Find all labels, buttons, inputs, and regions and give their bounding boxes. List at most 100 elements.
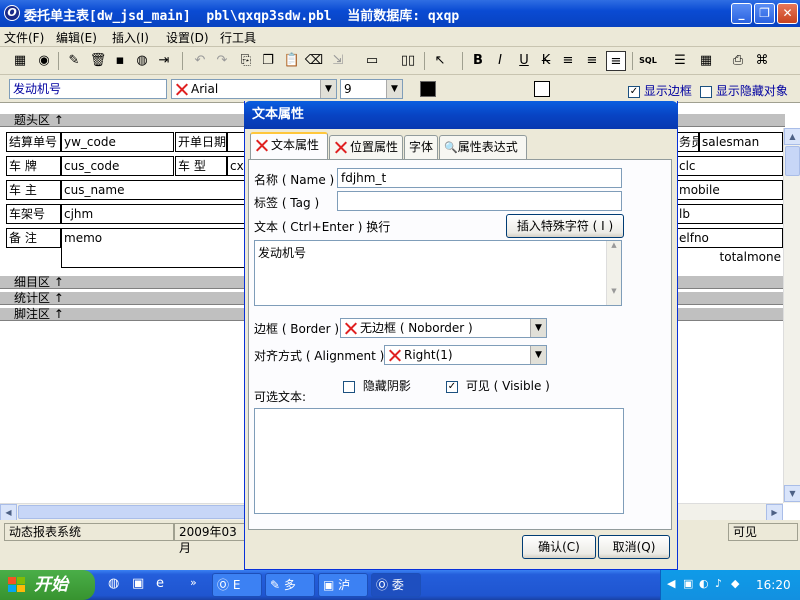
background-color-swatch[interactable] — [534, 81, 550, 97]
align-right-icon[interactable]: ≡ — [606, 51, 626, 71]
yw-code-field[interactable]: yw_code — [61, 132, 174, 152]
task-button-3[interactable]: ▣ 泸 — [318, 573, 368, 597]
tray-network-icon[interactable]: ▣ — [683, 577, 693, 590]
plate-label[interactable]: 车 牌 — [6, 156, 61, 176]
vertical-scroll-thumb[interactable] — [785, 146, 800, 176]
lb-field[interactable]: lb — [677, 204, 783, 224]
export-icon[interactable]: ⇥ — [154, 51, 174, 71]
border-style-icon[interactable]: ▭ — [362, 51, 382, 71]
quicklaunch-browser-icon[interactable]: e — [156, 576, 164, 591]
align-left-icon[interactable]: ≡ — [558, 51, 578, 71]
strikethrough-icon[interactable]: K — [536, 51, 556, 71]
vertical-scrollbar[interactable]: ▲ ▼ — [783, 128, 800, 503]
menu-settings[interactable]: 设置(D) — [166, 29, 209, 46]
columns-icon[interactable]: ▯▯ — [398, 51, 418, 71]
cus-name-field[interactable]: cus_name — [61, 180, 247, 200]
menu-edit[interactable]: 编辑(E) — [56, 29, 97, 46]
tab-position-properties[interactable]: 位置属性 — [329, 135, 403, 159]
underline-icon[interactable]: U — [514, 51, 534, 71]
salesman-label[interactable]: 务员 — [677, 132, 699, 152]
border-combo[interactable]: 无边框 ( Noborder ) ▼ — [340, 318, 547, 338]
model-label[interactable]: 车 型 — [175, 156, 227, 176]
scroll-left-icon[interactable]: ◀ — [0, 504, 17, 521]
start-button[interactable]: 开始 — [0, 570, 95, 600]
copy-format-icon[interactable]: ⎘ — [236, 51, 256, 71]
show-border-checkbox[interactable]: ✓ 显示边框 — [628, 82, 692, 99]
chevron-down-icon[interactable]: ▼ — [320, 80, 336, 98]
copy-icon[interactable]: ❐ — [258, 51, 278, 71]
quicklaunch-ie-icon[interactable]: ◍ — [108, 576, 119, 591]
optional-text-area[interactable] — [254, 408, 624, 514]
scroll-right-icon[interactable]: ▶ — [766, 504, 783, 521]
minimize-button[interactable]: _ — [731, 3, 752, 24]
owner-label[interactable]: 车 主 — [6, 180, 61, 200]
delete-icon[interactable]: 🗑 — [88, 51, 108, 71]
ok-button[interactable]: 确认(C) — [522, 535, 596, 559]
font-combo[interactable]: Arial ▼ — [171, 79, 337, 99]
cjhm-field[interactable]: cjhm — [61, 204, 247, 224]
save-icon[interactable]: ▪ — [110, 51, 130, 71]
horizontal-scroll-thumb[interactable] — [18, 505, 278, 519]
tab-order-icon[interactable]: ⇲ — [328, 51, 348, 71]
tray-arrow-icon[interactable]: ◀ — [667, 577, 675, 590]
preview-icon[interactable]: ▦ — [10, 51, 30, 71]
undo-icon[interactable]: ↶ — [190, 51, 210, 71]
scroll-down-icon[interactable]: ▼ — [607, 287, 621, 295]
quicklaunch-desktop-icon[interactable]: ▣ — [132, 576, 144, 591]
chevron-down-icon[interactable]: ▼ — [530, 319, 546, 337]
clock[interactable]: 16:20 — [756, 578, 791, 592]
tab-font[interactable]: 字体 — [404, 135, 438, 159]
text-content-area[interactable]: 发动机号 ▲ ▼ — [254, 240, 622, 306]
italic-icon[interactable]: I — [490, 51, 510, 71]
font-size-combo[interactable]: 9 ▼ — [340, 79, 403, 99]
chevron-down-icon[interactable]: ▼ — [386, 80, 402, 98]
tab-text-properties[interactable]: 文本属性 — [250, 132, 328, 160]
database-icon[interactable]: ◍ — [132, 51, 152, 71]
tray-security-icon[interactable]: ◆ — [731, 577, 739, 590]
frame-no-label[interactable]: 车架号 — [6, 204, 61, 224]
sql-icon[interactable]: SQL — [638, 51, 658, 71]
scroll-up-icon[interactable]: ▲ — [607, 241, 621, 249]
hide-shadow-checkbox[interactable]: 隐藏阴影 — [343, 377, 411, 394]
salesman-field[interactable]: salesman — [699, 132, 783, 152]
tray-chat-icon[interactable]: ◐ — [699, 577, 709, 590]
task-button-1[interactable]: Ⓞ E — [212, 573, 262, 597]
grid-icon[interactable]: ▦ — [696, 51, 716, 71]
quicklaunch-expand-icon[interactable]: » — [190, 576, 197, 589]
help-icon[interactable]: ⌘ — [752, 51, 772, 71]
paste-icon[interactable]: 📋 — [282, 51, 302, 71]
text-color-swatch[interactable] — [420, 81, 436, 97]
close-button[interactable]: ✕ — [777, 3, 798, 24]
clc-field[interactable]: clc — [677, 156, 783, 176]
redo-icon[interactable]: ↷ — [212, 51, 232, 71]
totalmoney-field[interactable]: totalmone — [677, 248, 783, 268]
visible-checkbox[interactable]: ✓ 可见 ( Visible ) — [446, 377, 550, 394]
eraser-icon[interactable]: ⌫ — [304, 51, 324, 71]
scroll-up-icon[interactable]: ▲ — [784, 128, 800, 145]
task-button-2[interactable]: ✎ 多 — [265, 573, 315, 597]
chevron-down-icon[interactable]: ▼ — [530, 346, 546, 364]
cus-code-field[interactable]: cus_code — [61, 156, 174, 176]
dialog-title[interactable]: 文本属性 — [244, 101, 678, 129]
app-titlebar[interactable]: O 委托单主表[dw_jsd_main] pbl\qxqp3sdw.pbl 当前… — [0, 0, 800, 27]
insert-special-char-button[interactable]: 插入特殊字符 ( I ) — [506, 214, 624, 238]
tab-property-expression[interactable]: 🔍属性表达式 — [439, 135, 527, 159]
cancel-button[interactable]: 取消(Q) — [598, 535, 670, 559]
scroll-down-icon[interactable]: ▼ — [784, 485, 800, 502]
menu-insert[interactable]: 插入(I) — [112, 29, 149, 46]
print-preview-icon[interactable]: ⎙ — [728, 51, 748, 71]
remark-label[interactable]: 备 注 — [6, 228, 61, 248]
text-area-scrollbar[interactable]: ▲ ▼ — [606, 241, 621, 305]
layout-icon[interactable]: ☰ — [670, 51, 690, 71]
settlement-no-label[interactable]: 结算单号 — [6, 132, 61, 152]
show-hidden-checkbox[interactable]: 显示隐藏对象 — [700, 82, 788, 99]
pointer-icon[interactable]: ↖ — [430, 51, 450, 71]
mobile-field[interactable]: mobile — [677, 180, 783, 200]
memo-field[interactable]: memo — [61, 228, 247, 268]
run-icon[interactable]: ◉ — [34, 51, 54, 71]
align-center-icon[interactable]: ≡ — [582, 51, 602, 71]
telfno-field[interactable]: elfno — [677, 228, 783, 248]
bold-icon[interactable]: B — [468, 51, 488, 71]
tray-volume-icon[interactable]: ♪ — [715, 577, 722, 590]
open-date-label[interactable]: 开单日期 — [175, 132, 227, 152]
